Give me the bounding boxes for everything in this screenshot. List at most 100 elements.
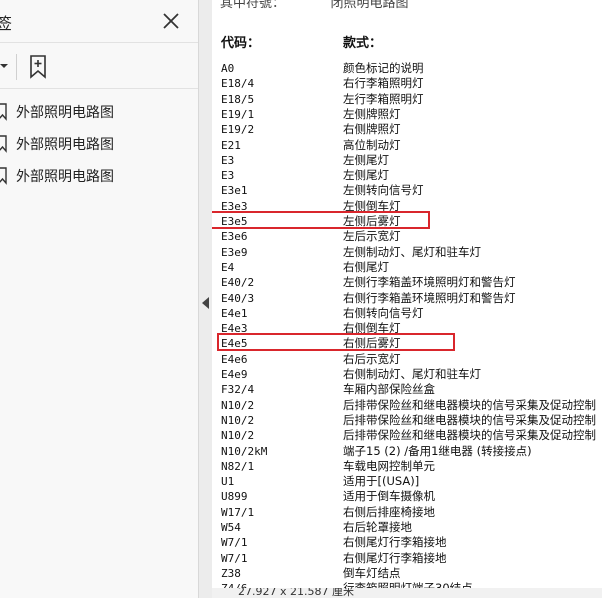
component-description: 适用于倒车摄像机 [343,489,435,504]
desc-column-header: 款式： [343,36,383,51]
component-description: 左行李箱照明灯 [343,91,424,106]
bookmark-label: 外部照明电路图 [16,169,114,185]
highlight-box [212,211,430,229]
page-size-readout: 27.927 x 21.587 厘米 [238,588,354,598]
component-description: 右后轮罩接地 [343,520,412,534]
component-description: 右侧尾灯行李箱接地 [343,535,447,550]
component-description: 左侧牌照灯 [343,106,401,121]
component-code: E18/5 [221,92,255,106]
component-description: 右行李箱照明灯 [343,76,424,91]
bookmark-label: 外部照明电路图 [16,105,114,121]
component-code: U899 [221,490,248,504]
bookmark-icon [0,135,7,153]
code-row: N10/2 后排带保险丝和继电器模块的信号采集及促动控制 [212,428,602,443]
component-description: 右侧制动灯、尾灯和驻车灯 [343,367,481,381]
component-code: U1 [221,475,235,489]
code-row: E40/3 右侧行李箱盖环境照明灯和警告灯 [212,291,602,306]
component-code: W7/1 [221,536,248,550]
component-description: 右侧尾灯行李箱接地 [343,550,447,565]
component-code: E4e1 [221,306,248,320]
component-code: E3 [221,153,235,167]
bookmark-icon [0,103,7,121]
component-description: 右侧牌照灯 [343,122,401,137]
component-code: E4e9 [221,368,248,381]
code-row: N10/2kM 端子15 (2) /备用1继电器 (转接接点) [212,444,602,459]
component-code: E4 [221,260,235,274]
code-row: U1 适用于[(USA)] [212,474,602,489]
component-description: 后排带保险丝和继电器模块的信号采集及促动控制 [343,412,596,427]
code-row: W7/1 右侧尾灯行李箱接地 [212,551,602,566]
component-description: 右后示宽灯 [343,351,401,366]
code-row: E4 右侧尾灯 [212,260,602,275]
panel-title: 签 [0,14,13,33]
bookmark-icon [0,167,7,185]
cut-off-header: 其中符號： 闭照明电路图 [220,0,409,11]
toolbar-separator [16,54,17,80]
status-bar: 27.927 x 21.587 厘米 [212,588,602,598]
component-description: 左侧转向信号灯 [343,183,424,198]
code-row: W7/1 右侧尾灯行李箱接地 [212,535,602,550]
code-row: E18/5 左行李箱照明灯 [212,92,602,107]
code-row: E3e9 左侧制动灯、尾灯和驻车灯 [212,245,602,260]
component-code: N10/2 [221,398,255,412]
code-row: E21 高位制动灯 [212,138,602,153]
code-row: N10/2 后排带保险丝和继电器模块的信号采集及促动控制 [212,413,602,428]
code-row: E19/2 右侧牌照灯 [212,122,602,137]
code-row: Z38 倒车灯结点 [212,566,602,581]
document-page: 其中符號： 闭照明电路图 代码： 款式： A0 颜色标记的说明 E18/4 右行李箱照… [212,0,602,598]
component-description: 右侧转向信号灯 [343,305,424,320]
component-code: F32/4 [221,383,255,397]
component-description: 端子15 (2) /备用1继电器 (转接接点) [343,443,532,458]
panel-splitter[interactable] [198,0,212,598]
code-row: E4e9 右侧制动灯、尾灯和驻车灯 [212,367,602,382]
panel-divider [0,42,198,43]
code-row: W54 右后轮罩接地 [212,520,602,535]
component-description: 高位制动灯 [343,137,401,152]
component-description: 车载电网控制单元 [343,458,435,473]
code-row: N82/1 车载电网控制单元 [212,459,602,474]
code-row: A0 颜色标记的说明 [212,61,602,76]
code-row: E3e1 左侧转向信号灯 [212,183,602,198]
component-description: 颜色标记的说明 [343,61,424,75]
component-description: 左侧尾灯 [343,168,389,183]
component-code: E19/1 [221,107,255,121]
component-code: E3e1 [221,184,248,198]
component-code: W54 [221,521,241,534]
code-row: F32/4 车厢内部保险丝盒 [212,382,602,397]
component-code: E4e6 [221,352,248,366]
component-description: 右侧后排座椅接地 [343,504,435,519]
component-description: 后排带保险丝和继电器模块的信号采集及促动控制 [343,397,596,412]
code-row: W17/1 右侧后排座椅接地 [212,505,602,520]
component-code: E40/2 [221,276,255,290]
component-code: N10/2kM [221,444,268,458]
component-description: 右侧尾灯 [343,259,389,274]
component-code: E3e6 [221,230,248,244]
bookmark-item[interactable]: 外部照明电路图 [0,133,190,155]
component-code: E3 [221,169,235,183]
code-row: E40/2 左侧行李箱盖环境照明灯和警告灯 [212,275,602,290]
component-description: 左侧行李箱盖环境照明灯和警告灯 [343,275,516,290]
component-code: E19/2 [221,123,255,137]
code-row: U899 适用于倒车摄像机 [212,489,602,504]
bookmark-item[interactable]: 外部照明电路图 [0,165,190,187]
component-code: N10/2 [221,429,255,443]
component-code: E21 [221,138,241,152]
component-description: 倒车灯结点 [343,565,401,580]
component-code: W7/1 [221,551,248,565]
close-icon[interactable] [160,10,182,32]
options-dropdown-icon[interactable] [0,57,10,75]
component-code: E3e9 [221,245,248,259]
component-code: Z38 [221,566,241,580]
component-description: 后排带保险丝和继电器模块的信号采集及促动控制 [343,428,596,443]
panel-divider [0,88,198,89]
component-description: 左侧尾灯 [343,152,389,167]
bookmarks-panel: 签 外部照明电路图 外部照明电路图 外部照明电路图 [0,0,198,598]
code-column-header: 代码： [221,36,261,51]
component-code: E18/4 [221,77,255,91]
component-code: N82/1 [221,459,255,473]
add-bookmark-icon[interactable] [27,54,51,80]
component-description: 左后示宽灯 [343,229,401,244]
component-description: 适用于[(USA)] [343,474,420,489]
bookmark-item[interactable]: 外部照明电路图 [0,101,190,123]
collapse-panel-icon[interactable] [202,297,209,309]
